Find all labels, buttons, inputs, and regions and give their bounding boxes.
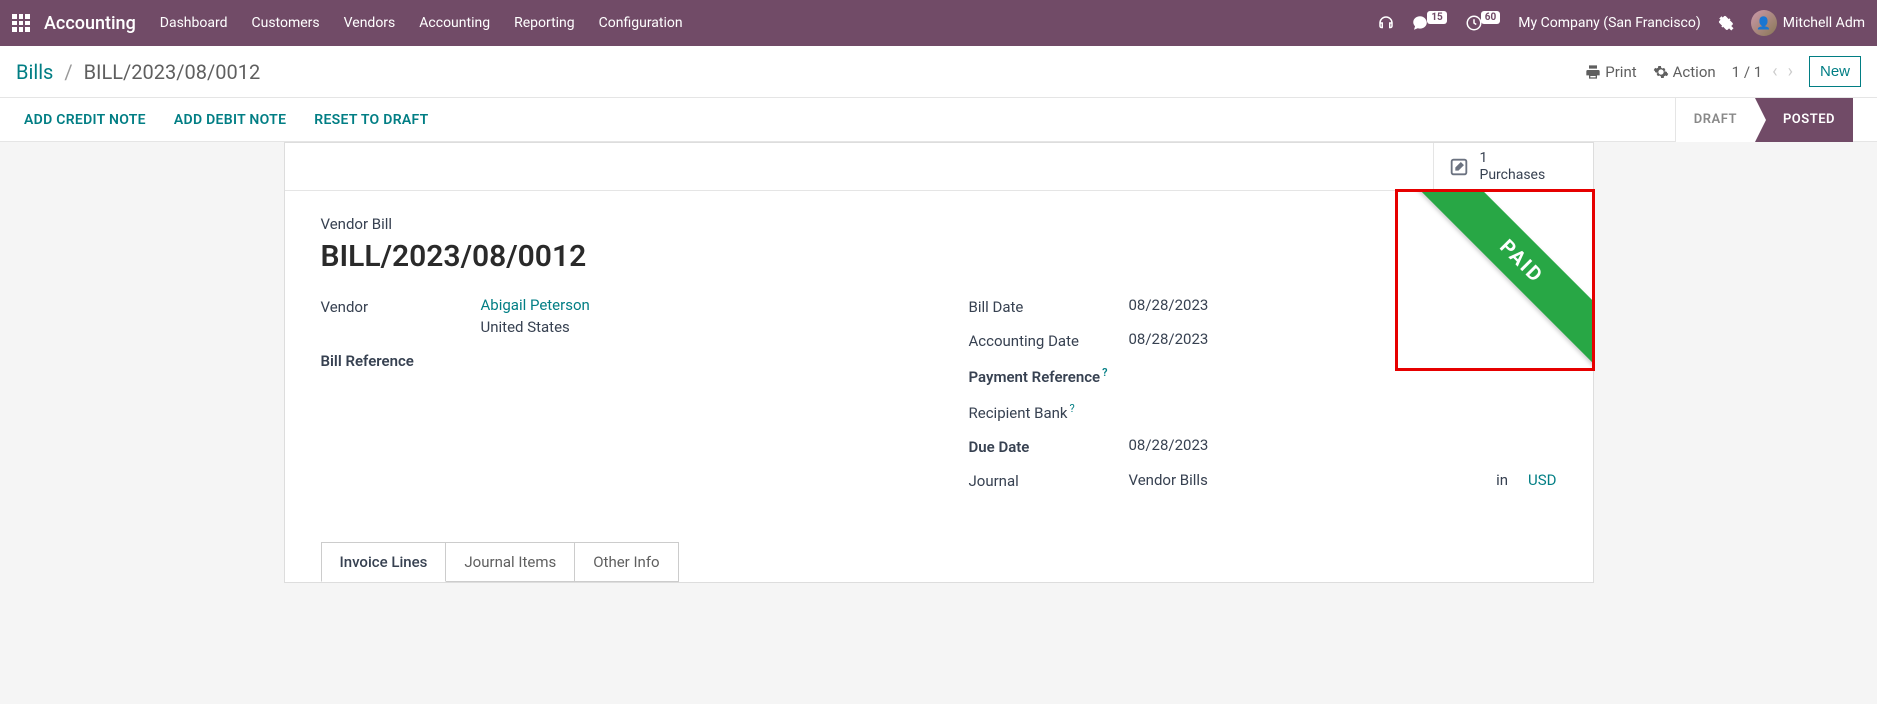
breadcrumb-root[interactable]: Bills <box>16 60 53 84</box>
pager: 1 / 1 ‹ › <box>1732 61 1793 82</box>
breadcrumb-current: BILL/2023/08/0012 <box>84 60 261 84</box>
stat-buttons-row: 1 Purchases <box>285 143 1593 191</box>
action-buttons: ADD CREDIT NOTE ADD DEBIT NOTE RESET TO … <box>24 112 429 128</box>
messages-icon[interactable]: 15 <box>1411 14 1448 32</box>
gear-icon <box>1653 64 1669 80</box>
bill-date-label: Bill Date <box>969 296 1129 316</box>
tab-invoice-lines[interactable]: Invoice Lines <box>321 542 447 582</box>
status-bar: DRAFT POSTED <box>1675 98 1853 142</box>
nav-right: 15 60 My Company (San Francisco) 👤 Mitch… <box>1377 10 1865 36</box>
recipient-bank-label: Recipient Bank? <box>969 400 1129 422</box>
menu-accounting[interactable]: Accounting <box>419 15 490 31</box>
form-columns: Vendor Abigail Peterson United States Bi… <box>321 296 1557 504</box>
menu-configuration[interactable]: Configuration <box>599 15 683 31</box>
company-selector[interactable]: My Company (San Francisco) <box>1518 15 1700 31</box>
paid-ribbon: PAID <box>1406 191 1592 368</box>
due-date-value[interactable]: 08/28/2023 <box>1129 436 1557 454</box>
top-nav: Accounting Dashboard Customers Vendors A… <box>0 0 1877 46</box>
left-column: Vendor Abigail Peterson United States Bi… <box>321 296 909 504</box>
help-icon[interactable]: ? <box>1102 366 1107 379</box>
form-sheet: 1 Purchases PAID Vendor Bill BILL/2023/0… <box>284 142 1594 583</box>
action-button[interactable]: Action <box>1653 63 1716 81</box>
purchases-stat-button[interactable]: 1 Purchases <box>1433 143 1593 190</box>
pager-prev[interactable]: ‹ <box>1772 61 1777 82</box>
currency-value[interactable]: USD <box>1528 471 1556 489</box>
stat-text: 1 Purchases <box>1480 150 1546 182</box>
due-date-label: Due Date <box>969 436 1129 456</box>
recipient-bank-field: Recipient Bank? <box>969 400 1557 422</box>
journal-value[interactable]: Vendor Bills in USD <box>1129 471 1557 489</box>
tab-journal-items[interactable]: Journal Items <box>445 542 575 582</box>
doc-title: BILL/2023/08/0012 <box>321 239 1557 274</box>
due-date-field: Due Date 08/28/2023 <box>969 436 1557 456</box>
menu-vendors[interactable]: Vendors <box>344 15 396 31</box>
bill-reference-field: Bill Reference <box>321 350 909 370</box>
pager-count[interactable]: 1 / 1 <box>1732 63 1763 81</box>
vendor-value[interactable]: Abigail Peterson United States <box>481 296 909 336</box>
help-icon[interactable]: ? <box>1070 402 1075 415</box>
reset-to-draft-button[interactable]: RESET TO DRAFT <box>314 112 428 128</box>
add-debit-note-button[interactable]: ADD DEBIT NOTE <box>174 112 286 128</box>
tab-other-info[interactable]: Other Info <box>574 542 678 582</box>
user-menu[interactable]: 👤 Mitchell Adm <box>1751 10 1865 36</box>
status-draft[interactable]: DRAFT <box>1675 98 1755 142</box>
vendor-label: Vendor <box>321 296 481 316</box>
breadcrumb-sep: / <box>64 60 72 84</box>
support-icon[interactable] <box>1377 14 1395 32</box>
payment-reference-label: Payment Reference? <box>969 364 1129 386</box>
avatar: 👤 <box>1751 10 1777 36</box>
control-bar: Bills / BILL/2023/08/0012 Print Action 1… <box>0 46 1877 98</box>
tabs: Invoice Lines Journal Items Other Info <box>285 542 1593 582</box>
ribbon-container: PAID <box>1393 191 1593 368</box>
stat-label: Purchases <box>1480 167 1546 183</box>
debug-icon[interactable] <box>1717 14 1735 32</box>
journal-label: Journal <box>969 470 1129 490</box>
add-credit-note-button[interactable]: ADD CREDIT NOTE <box>24 112 146 128</box>
messages-badge: 15 <box>1427 11 1446 24</box>
vendor-field: Vendor Abigail Peterson United States <box>321 296 909 336</box>
activities-icon[interactable]: 60 <box>1465 14 1502 32</box>
vendor-country: United States <box>481 318 909 336</box>
user-name: Mitchell Adm <box>1783 15 1865 31</box>
pager-next[interactable]: › <box>1788 61 1793 82</box>
menu-dashboard[interactable]: Dashboard <box>160 15 228 31</box>
main-menu: Dashboard Customers Vendors Accounting R… <box>160 15 683 31</box>
menu-customers[interactable]: Customers <box>252 15 320 31</box>
in-label: in <box>1496 471 1528 489</box>
vendor-link[interactable]: Abigail Peterson <box>481 296 590 314</box>
journal-field: Journal Vendor Bills in USD <box>969 470 1557 490</box>
doc-type-label: Vendor Bill <box>321 215 1557 233</box>
control-right: Print Action 1 / 1 ‹ › New <box>1585 56 1861 87</box>
breadcrumb: Bills / BILL/2023/08/0012 <box>16 60 260 84</box>
action-bar: ADD CREDIT NOTE ADD DEBIT NOTE RESET TO … <box>0 98 1877 142</box>
apps-icon[interactable] <box>12 14 30 32</box>
app-brand[interactable]: Accounting <box>44 13 136 34</box>
bill-reference-label: Bill Reference <box>321 350 481 370</box>
activities-badge: 60 <box>1481 11 1500 24</box>
stat-count: 1 <box>1480 150 1546 166</box>
print-button[interactable]: Print <box>1585 63 1636 81</box>
sheet-container: 1 Purchases PAID Vendor Bill BILL/2023/0… <box>0 142 1877 583</box>
new-button[interactable]: New <box>1809 56 1861 87</box>
edit-icon <box>1448 156 1470 178</box>
accounting-date-label: Accounting Date <box>969 330 1129 350</box>
print-icon <box>1585 64 1601 80</box>
status-posted[interactable]: POSTED <box>1755 98 1853 142</box>
menu-reporting[interactable]: Reporting <box>514 15 575 31</box>
